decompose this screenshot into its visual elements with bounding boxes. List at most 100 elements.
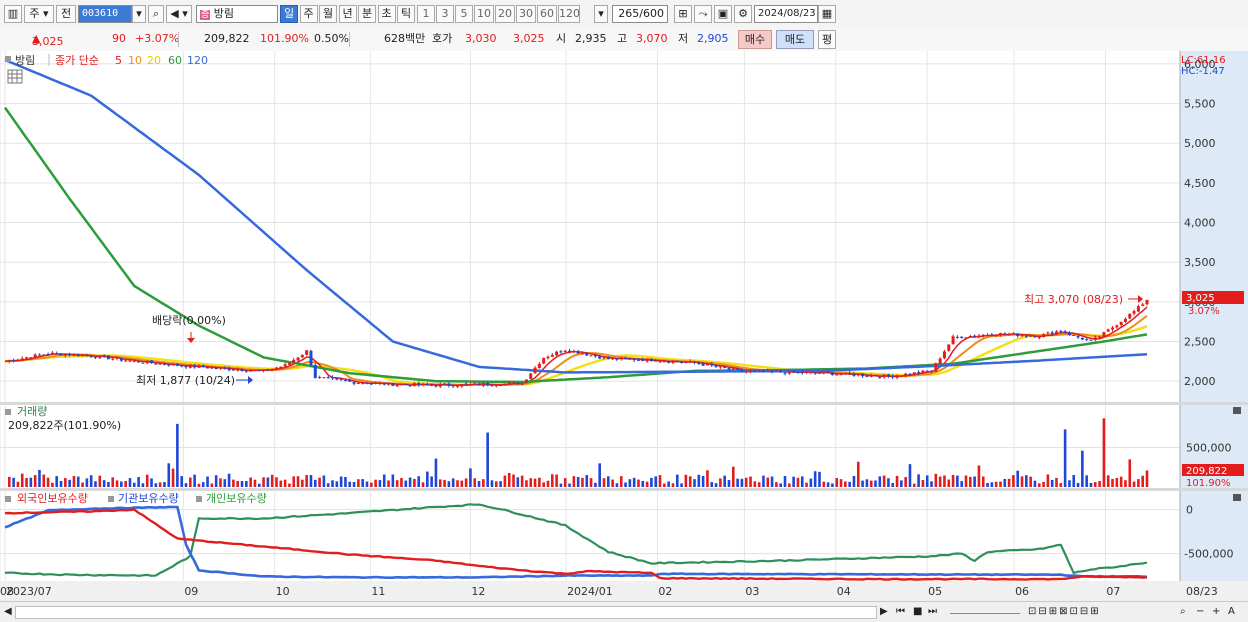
candle-body [529, 373, 533, 379]
axis-panel [1180, 51, 1248, 601]
candle-body [76, 354, 80, 357]
period-tab-0[interactable]: 일 [280, 5, 298, 23]
interval-button-5[interactable]: 5 [455, 5, 473, 23]
open-price: 2,935 [575, 32, 607, 45]
period-tab-2[interactable]: 월 [319, 5, 337, 23]
gear-icon[interactable]: ⚙ [734, 5, 752, 23]
candle-body [1111, 327, 1115, 330]
buy-button[interactable]: 매수 [738, 30, 772, 49]
indicator-icon[interactable]: ⤳ [694, 5, 712, 23]
candle-body [1093, 337, 1097, 340]
interval-button-30[interactable]: 30 [516, 5, 536, 23]
period-tab-5[interactable]: 초 [377, 5, 396, 23]
volume-bar [223, 479, 227, 487]
volume-bar [1119, 476, 1123, 487]
volume-bar [85, 478, 89, 487]
scroll-right-icon[interactable]: ▶ [880, 605, 888, 619]
volume-bar [1089, 482, 1093, 487]
change-value: 90 [112, 32, 126, 45]
candle-body [412, 383, 416, 387]
period-tab-3[interactable]: 년 [338, 5, 357, 23]
sell-button[interactable]: 매도 [776, 30, 814, 49]
candle-body [249, 370, 253, 372]
candle-body [1055, 331, 1059, 335]
interval-button-1[interactable]: 1 [417, 5, 435, 23]
candle-body [598, 356, 602, 359]
last-icon[interactable]: ⏭ [928, 605, 937, 619]
market-select[interactable]: 주 ▾ [24, 5, 54, 23]
sound-icon[interactable]: ◀ ▾ [166, 5, 192, 23]
first-icon[interactable]: ⏮ [896, 605, 905, 619]
volume-bar [542, 482, 545, 487]
table-icon[interactable] [7, 69, 23, 84]
x-tick-3: 11 [371, 585, 385, 598]
volume-bar [999, 481, 1002, 487]
candle-body [124, 360, 128, 362]
interval-dropdown[interactable]: ▾ [594, 5, 608, 23]
period-tab-1[interactable]: 주 [299, 5, 318, 23]
candle-body [1098, 336, 1102, 339]
period-tab-6[interactable]: 틱 [397, 5, 415, 23]
zoom-out-icon[interactable]: − [1196, 605, 1204, 619]
interval-button-120[interactable]: 120 [558, 5, 580, 23]
candle-body [990, 334, 994, 336]
interval-button-10[interactable]: 10 [474, 5, 494, 23]
interval-button-20[interactable]: 20 [495, 5, 515, 23]
candle-body [641, 359, 645, 361]
candle-body [912, 372, 916, 375]
candle-body [714, 365, 718, 367]
save-icon[interactable]: ▣ [714, 5, 732, 23]
zoom-in-icon[interactable]: + [1212, 605, 1220, 619]
magnify-icon[interactable]: ⌕ [1180, 605, 1186, 619]
candle-body [787, 370, 791, 374]
volume-pct-tag: 101.90% [1186, 478, 1231, 489]
lc-label: LC:61.16 [1181, 55, 1226, 66]
scrollbar-track[interactable] [15, 606, 877, 619]
holders-close-icon[interactable] [1233, 494, 1241, 501]
eval-button[interactable]: 평 [818, 30, 836, 49]
volume-bar [680, 483, 683, 487]
volume-bar [469, 468, 472, 487]
volume-bar [637, 479, 640, 487]
candle-body [218, 367, 222, 369]
volume-bar [227, 473, 231, 487]
volume-bar [236, 480, 240, 487]
volume-bar [900, 480, 903, 487]
candle-body [1011, 333, 1015, 335]
volume-bar [240, 480, 244, 487]
interval-button-60[interactable]: 60 [537, 5, 557, 23]
candle-body [852, 373, 856, 376]
date-field[interactable]: 2024/08/23 [754, 5, 818, 23]
candle-type-icon[interactable]: ⊞ [674, 5, 692, 23]
candle-body [490, 384, 494, 386]
calendar-icon[interactable]: ▦ [818, 5, 836, 23]
volume-bar [438, 479, 442, 487]
search-icon[interactable]: ⌕ [148, 5, 164, 23]
volume-bar [395, 480, 399, 487]
font-icon[interactable]: A [1228, 605, 1235, 619]
volume-bar [723, 475, 726, 487]
stock-name-field[interactable]: 증 방림 [196, 5, 278, 23]
candle-body [770, 370, 774, 372]
candle-body [636, 359, 640, 361]
volume-close-icon[interactable] [1233, 407, 1241, 414]
market-label: 주 [29, 7, 40, 20]
panel-divider-2[interactable] [0, 488, 1248, 491]
market2-button[interactable]: 전 [56, 5, 76, 23]
code-input[interactable]: 003610 [78, 5, 132, 23]
stop-icon[interactable]: ■ [913, 605, 922, 619]
period-tab-4[interactable]: 분 [358, 5, 376, 23]
scroll-left-icon[interactable]: ◀ [4, 605, 12, 619]
count-field[interactable]: 265/600 [612, 5, 668, 23]
candle-body [1102, 332, 1106, 337]
candle-body [667, 361, 671, 363]
code-dropdown[interactable]: ▾ [132, 5, 146, 23]
stock-chart[interactable]: 6,0005,5005,0004,5004,0003,5003,0002,500… [0, 51, 1248, 601]
interval-button-3[interactable]: 3 [436, 5, 454, 23]
layout-icon[interactable]: ▥ [4, 5, 22, 23]
panel-divider-1[interactable] [0, 402, 1248, 405]
volume-bar [1033, 480, 1037, 487]
volume-bar [387, 480, 390, 487]
zoom-icons[interactable]: ⊡⊟⊞⊠⊡⊟⊞ [1028, 605, 1101, 619]
zoom-slider[interactable] [950, 605, 1020, 614]
